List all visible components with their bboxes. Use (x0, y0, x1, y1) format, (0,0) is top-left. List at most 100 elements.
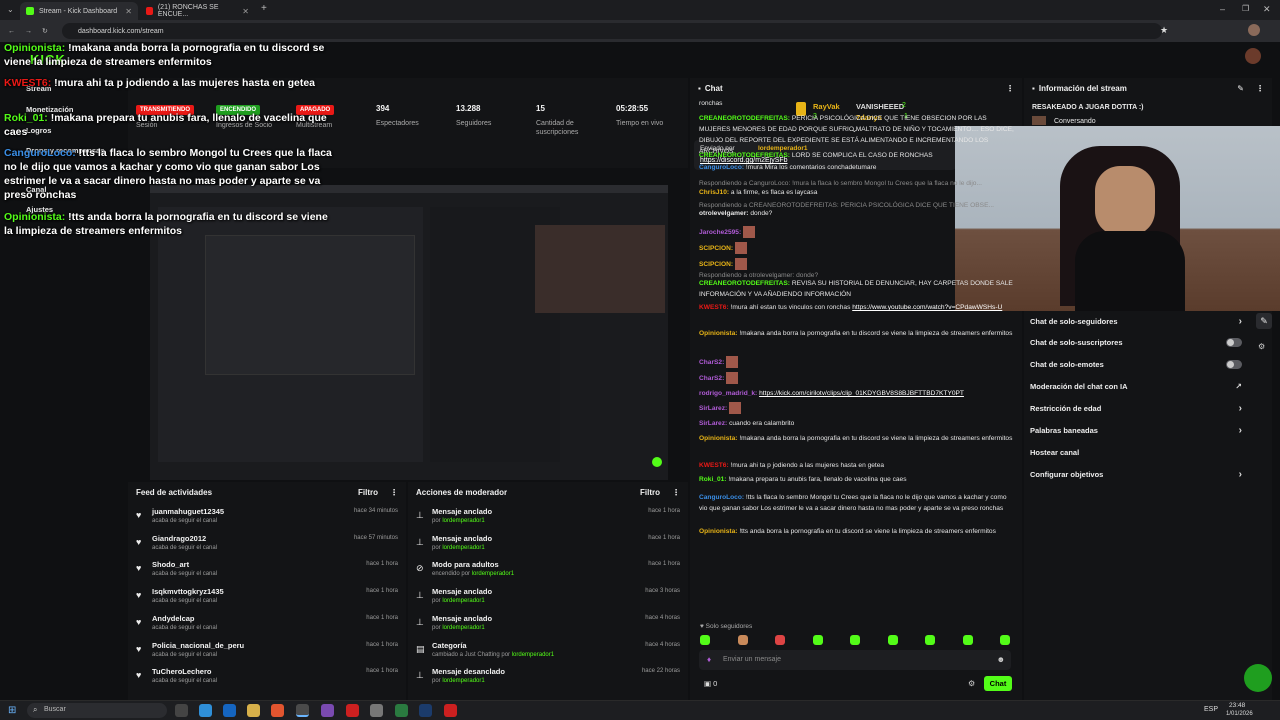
taskbar-search[interactable]: ⌕ Buscar (27, 703, 167, 718)
feed-row[interactable]: ♥ TuCheroLechero acaba de seguir el canal h… (136, 666, 398, 693)
tab-list-icon[interactable]: ⌄ (7, 5, 14, 14)
chat-input[interactable]: ♦ Enviar un mensaje ☻ (699, 650, 1011, 670)
emote-icon[interactable] (1000, 635, 1010, 645)
chat-setting-row[interactable]: Chat de solo-seguidores › (1030, 314, 1242, 328)
mod-action-row[interactable]: ⊥ Mensaje anclado por lordemperador1 hace 1… (416, 533, 680, 560)
chat-username[interactable]: Opinionista: (699, 435, 737, 442)
more-icon[interactable]: ⋮ (1256, 84, 1264, 93)
feed-username[interactable]: Giandrago2012 (152, 534, 206, 543)
feed-row[interactable]: ♥ Isqkmvttogkryz1435 acaba de seguir el ca… (136, 586, 398, 613)
feed-username[interactable]: Shodo_art (152, 560, 189, 569)
mod-action-user[interactable]: lordemperador1 (442, 598, 484, 604)
mod-action-user[interactable]: lordemperador1 (442, 545, 484, 551)
user-avatar[interactable] (1245, 48, 1261, 64)
new-tab-button[interactable]: + (261, 3, 267, 14)
chat-username[interactable]: Jaroche2595: (699, 229, 741, 236)
feed-row[interactable]: ♥ Shodo_art acaba de seguir el canal hace 1… (136, 559, 398, 586)
emote-icon[interactable] (737, 635, 748, 645)
mod-action-row[interactable]: ⊘ Modo para adultos encendido por lordempe… (416, 559, 680, 586)
app-icon[interactable] (346, 704, 359, 717)
tab-kick-dashboard[interactable]: Stream - Kick Dashboard ✕ (20, 2, 138, 20)
emote-icon[interactable] (700, 635, 710, 645)
more-icon[interactable]: ⋮ (1006, 84, 1014, 93)
chat-username[interactable]: SCIPCION: (699, 245, 733, 252)
chat-username[interactable]: CanguroLoco: (699, 494, 744, 501)
obs-icon[interactable] (321, 704, 334, 717)
wrench-icon[interactable]: ✎ (1256, 313, 1272, 329)
profile-avatar[interactable] (1248, 24, 1260, 36)
stream-category[interactable]: Conversando (1054, 118, 1096, 125)
chat-send-button[interactable]: Chat (984, 676, 1012, 691)
mod-action-user[interactable]: lordemperador1 (512, 652, 554, 658)
support-chat-button[interactable] (1244, 664, 1272, 692)
emote-icon[interactable] (775, 635, 785, 645)
mod-action-row[interactable]: ⊥ Mensaje anclado por lordemperador1 hace 4… (416, 613, 680, 640)
mod-action-user[interactable]: lordemperador1 (442, 678, 484, 684)
chat-username[interactable]: KWEST6: (699, 304, 729, 311)
mod-action-user[interactable]: lordemperador1 (442, 625, 484, 631)
mod-action-user[interactable]: lordemperador1 (472, 571, 514, 577)
close-window-button[interactable]: ✕ (1263, 4, 1271, 15)
feed-username[interactable]: juanmahuguet12345 (152, 507, 224, 516)
maximize-button[interactable]: ❐ (1242, 4, 1249, 13)
chat-setting-row[interactable]: Chat de solo-emotes (1030, 358, 1242, 372)
app-icon[interactable] (444, 704, 457, 717)
clock-date[interactable]: 1/01/2026 (1226, 711, 1253, 717)
chat-username[interactable]: Roki_01: (699, 476, 727, 483)
emote-icon[interactable] (850, 635, 860, 645)
steam-icon[interactable] (419, 704, 432, 717)
toggle-switch[interactable] (1226, 360, 1242, 370)
bookmark-star-icon[interactable]: ★ (1160, 25, 1168, 36)
forward-icon[interactable]: → (25, 28, 32, 35)
chat-username[interactable]: CanguroLoco: (699, 164, 744, 171)
outlook-icon[interactable] (223, 704, 236, 717)
chat-username[interactable]: ChrisJ10: (699, 189, 729, 196)
filter-button[interactable]: Filtro (640, 488, 660, 497)
feed-username[interactable]: Andydelcap (152, 614, 195, 623)
back-icon[interactable]: ← (8, 28, 15, 35)
reload-icon[interactable]: ↻ (42, 27, 48, 35)
chrome-icon[interactable] (296, 704, 309, 717)
emoji-icon[interactable]: ☻ (997, 655, 1005, 664)
chat-username[interactable]: SirLarez: (699, 405, 727, 412)
app-icon[interactable] (395, 704, 408, 717)
url-field[interactable]: dashboard.kick.com/stream (62, 23, 1162, 39)
chat-link[interactable]: https://www.youtube.com/watch?v=CPdawWSH… (852, 304, 1002, 311)
chat-setting-row[interactable]: Palabras baneadas › (1030, 424, 1242, 438)
chat-setting-row[interactable]: Moderación del chat con IA ↗ (1030, 380, 1242, 394)
mod-action-row[interactable]: ⊥ Mensaje desanclado por lordemperador1 hac… (416, 666, 680, 693)
app-icon[interactable] (370, 704, 383, 717)
feed-row[interactable]: ♥ Andydelcap acaba de seguir el canal hace … (136, 613, 398, 640)
emote-icon[interactable] (887, 635, 898, 645)
chat-username[interactable]: CREANEOROTODEFREITAS: (699, 280, 790, 287)
chat-username[interactable]: CharS2: (699, 359, 724, 366)
chat-username[interactable]: Opinionista: (699, 330, 737, 337)
chat-setting-row[interactable]: Chat de solo-suscriptores (1030, 336, 1242, 350)
chat-link[interactable]: https://kick.com/cirilotv/clips/clip_01K… (759, 390, 964, 397)
edit-icon[interactable]: ✎ (1237, 84, 1244, 93)
mod-action-user[interactable]: lordemperador1 (442, 518, 484, 524)
task-view-icon[interactable] (175, 704, 188, 717)
edge-icon[interactable] (199, 704, 212, 717)
language-indicator[interactable]: ESP (1204, 706, 1218, 713)
chat-username[interactable]: Opinionista: (699, 528, 737, 535)
feed-row[interactable]: ♥ juanmahuguet12345 acaba de seguir el can… (136, 506, 398, 533)
feed-row[interactable]: ♥ Policia_nacional_de_peru acaba de seguir… (136, 640, 398, 667)
feed-username[interactable]: Policia_nacional_de_peru (152, 641, 244, 650)
more-icon[interactable]: ⋮ (390, 488, 398, 497)
chat-settings-icon[interactable]: ⚙ (968, 679, 975, 688)
tab-youtube[interactable]: (21) RONCHAS SE ENCUE... ✕ (140, 2, 255, 20)
chat-username[interactable]: KWEST6: (699, 462, 729, 469)
gear-icon[interactable]: ⚙ (1258, 342, 1265, 351)
feed-row[interactable]: ♥ Giandrago2012 acaba de seguir el canal ha… (136, 533, 398, 560)
close-tab-icon[interactable]: ✕ (242, 7, 249, 16)
feed-username[interactable]: TuCheroLechero (152, 667, 211, 676)
file-explorer-icon[interactable] (247, 704, 260, 717)
brave-icon[interactable] (271, 704, 284, 717)
filter-button[interactable]: Filtro (358, 488, 378, 497)
mod-action-row[interactable]: ⊥ Mensaje anclado por lordemperador1 hace 3… (416, 586, 680, 613)
chat-username[interactable]: CharS2: (699, 375, 724, 382)
toggle-switch[interactable] (1226, 338, 1242, 348)
mod-action-row[interactable]: ▤ Categoría cambiado a Just Chatting por l… (416, 640, 680, 667)
chat-username[interactable]: SCIPCION: (699, 261, 733, 268)
